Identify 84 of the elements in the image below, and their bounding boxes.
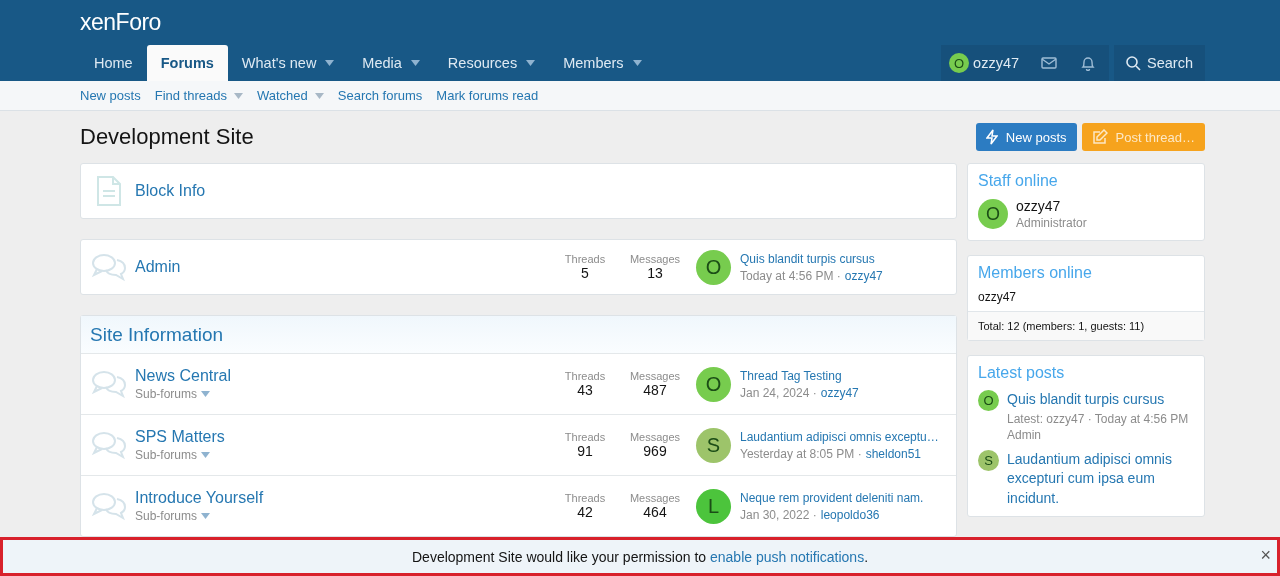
messages-count: 464 — [643, 504, 667, 520]
subnav-link[interactable]: New posts — [80, 88, 141, 103]
latest-user-link[interactable]: ozzy47 — [820, 385, 859, 400]
subnav-link[interactable]: Watched — [256, 88, 324, 103]
search-icon — [1126, 55, 1142, 71]
latest-post-link[interactable]: Quis blandit turpis cursus — [1007, 390, 1189, 410]
chat-bubbles-icon — [91, 252, 127, 282]
chat-bubbles-icon — [91, 430, 127, 460]
staff-role: Administrator — [1016, 216, 1087, 230]
threads-label: Threads — [564, 431, 606, 443]
latest-post-meta: Latest: ozzy47 · Today at 4:56 PM — [1007, 411, 1189, 426]
nav-tab[interactable]: Media — [348, 45, 434, 81]
threads-count: 5 — [581, 265, 589, 281]
messages-count: 13 — [647, 265, 663, 281]
subnav-link[interactable]: Find threads — [154, 88, 243, 103]
subforums-menu[interactable]: Sub-forums — [135, 509, 550, 523]
messages-count: 969 — [643, 443, 667, 459]
subforums-menu[interactable]: Sub-forums — [135, 387, 550, 401]
avatar[interactable]: O — [696, 249, 731, 285]
latest-date: Today at 4:56 PM · — [740, 268, 841, 283]
edit-icon — [1091, 129, 1108, 145]
site-logo[interactable]: xenForo — [80, 9, 161, 36]
avatar[interactable]: L — [696, 488, 731, 524]
avatar[interactable]: S — [696, 427, 731, 463]
avatar[interactable]: O — [978, 199, 1008, 229]
forum-title[interactable]: SPS Matters — [135, 428, 550, 446]
avatar[interactable]: S — [978, 449, 999, 471]
subnav-link[interactable]: Mark forums read — [436, 88, 539, 103]
lightning-bolt-icon — [985, 129, 998, 145]
notice-text: Development Site would like your permission to enable push notifications. — [412, 548, 868, 565]
caret-icon — [201, 391, 211, 397]
latest-thread-link[interactable]: Laudantium adipisci omnis exceptu… — [740, 429, 939, 444]
nav-tab[interactable]: Resources — [433, 45, 550, 81]
close-button[interactable]: × — [1260, 546, 1271, 564]
chat-bubbles-icon — [91, 369, 127, 399]
threads-label: Threads — [564, 253, 606, 265]
threads-count: 43 — [577, 382, 593, 398]
widget-title: Latest posts — [978, 364, 1065, 381]
nav-tab[interactable]: Members — [549, 45, 656, 81]
member-name[interactable]: ozzy47 — [978, 290, 1017, 304]
avatar[interactable]: O — [978, 390, 999, 411]
caret-icon — [201, 513, 211, 519]
subforums-menu[interactable]: Sub-forums — [135, 448, 550, 462]
threads-label: Threads — [564, 370, 606, 382]
mail-icon[interactable] — [1041, 57, 1058, 69]
latest-date: Jan 30, 2022 · — [740, 507, 817, 522]
widget-title: Members online — [978, 264, 1092, 281]
threads-count: 91 — [577, 443, 593, 459]
page-node-title[interactable]: Block Info — [135, 182, 946, 200]
latest-date: Yesterday at 8:05 PM · — [740, 446, 862, 461]
latest-post-forum[interactable]: Admin — [1007, 427, 1189, 442]
chat-bubbles-icon — [91, 491, 127, 521]
search-button[interactable]: Search — [1114, 45, 1205, 81]
latest-user-link[interactable]: sheldon51 — [865, 446, 922, 461]
forum-title[interactable]: Introduce Yourself — [135, 489, 550, 507]
messages-label: Messages — [629, 370, 681, 382]
page-title: Development Site — [80, 124, 255, 150]
staff-name[interactable]: ozzy47 — [1016, 198, 1087, 214]
online-total: Total: 12 (members: 1, guests: 11) — [978, 320, 1145, 332]
latest-date: Jan 24, 2024 · — [740, 385, 817, 400]
forum-title[interactable]: News Central — [135, 367, 550, 385]
latest-user-link[interactable]: ozzy47 — [844, 268, 883, 283]
nav-tab[interactable]: What's new — [227, 45, 349, 81]
latest-thread-link[interactable]: Thread Tag Testing — [740, 368, 859, 383]
forum-title[interactable]: Admin — [135, 258, 550, 276]
widget-title: Staff online — [978, 172, 1058, 189]
latest-user-link[interactable]: leopoldo36 — [820, 507, 880, 522]
new-posts-button[interactable]: New posts — [975, 123, 1077, 151]
threads-count: 42 — [577, 504, 593, 520]
nav-tab[interactable]: Home — [80, 45, 147, 81]
category-title[interactable]: Site Information — [90, 323, 224, 346]
caret-icon — [201, 452, 211, 458]
messages-count: 487 — [643, 382, 667, 398]
threads-label: Threads — [564, 492, 606, 504]
subnav-link[interactable]: Search forums — [337, 88, 423, 103]
latest-thread-link[interactable]: Quis blandit turpis cursus — [740, 251, 883, 266]
messages-label: Messages — [629, 492, 681, 504]
avatar[interactable]: O — [696, 366, 731, 402]
latest-thread-link[interactable]: Neque rem provident deleniti nam. — [740, 490, 924, 505]
nav-tab[interactable]: Forums — [146, 45, 228, 81]
messages-label: Messages — [629, 253, 681, 265]
messages-label: Messages — [629, 431, 681, 443]
bell-icon[interactable] — [1081, 56, 1096, 71]
latest-post-link[interactable]: Laudantium adipisci omnis excepturi cum ipsa eum incidunt. — [1007, 449, 1194, 509]
